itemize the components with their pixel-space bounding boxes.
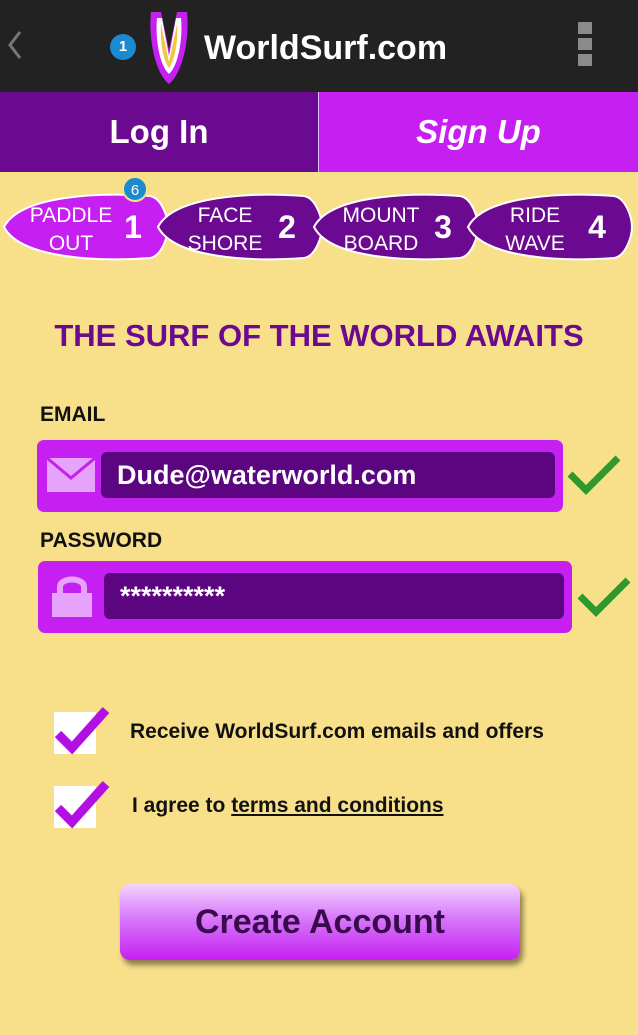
password-field[interactable]: [104, 573, 564, 619]
app-title: WorldSurf.com: [204, 29, 448, 67]
email-label: EMAIL: [40, 403, 106, 426]
signup-steps: PADDLE OUT 1 6 FACE SHORE 2 MOUNT BOARD 3 R…: [0, 176, 638, 270]
password-valid-check-icon: [577, 577, 631, 617]
agree-terms-label: I agree to terms and conditions: [132, 794, 444, 818]
step-ride-wave[interactable]: RIDE WAVE 4: [464, 188, 636, 266]
step-number: 1: [124, 209, 142, 245]
step-number: 3: [434, 209, 452, 245]
tab-log-in[interactable]: Log In: [0, 92, 319, 172]
password-field-container: [38, 561, 572, 633]
step-label: PADDLE OUT: [29, 204, 113, 255]
step-badge: 6: [122, 176, 148, 202]
purple-checkmark-icon: [54, 780, 110, 829]
back-chevron-icon[interactable]: [6, 28, 24, 62]
email-valid-check-icon: [567, 455, 621, 495]
signup-heading: THE SURF OF THE WORLD AWAITS: [54, 318, 584, 353]
surf-logo-icon: [150, 12, 188, 84]
envelope-icon: [46, 456, 96, 492]
step-paddle-out[interactable]: PADDLE OUT 1 6: [0, 176, 172, 266]
notification-badge[interactable]: 1: [110, 34, 136, 60]
step-number: 4: [588, 209, 606, 245]
auth-tabs: Log In Sign Up: [0, 92, 638, 172]
email-field[interactable]: [101, 452, 555, 498]
purple-checkmark-icon: [54, 706, 110, 755]
step-label: FACE SHORE: [187, 204, 263, 255]
lock-icon: [52, 576, 92, 617]
step-mount-board[interactable]: MOUNT BOARD 3: [310, 188, 482, 266]
agree-terms-prefix: I agree to: [132, 794, 232, 817]
step-label: RIDE WAVE: [505, 204, 565, 255]
terms-link[interactable]: terms and conditions: [231, 794, 443, 817]
step-face-shore[interactable]: FACE SHORE 2: [154, 188, 326, 266]
email-field-container: [37, 440, 563, 512]
receive-emails-label: Receive WorldSurf.com emails and offers: [130, 720, 544, 743]
create-account-button[interactable]: Create Account: [120, 884, 520, 960]
top-app-bar: 1 WorldSurf.com: [0, 0, 638, 92]
step-number: 2: [278, 209, 296, 245]
step-label: MOUNT BOARD: [342, 204, 420, 255]
tab-sign-up[interactable]: Sign Up: [319, 92, 638, 172]
password-label: PASSWORD: [40, 529, 163, 552]
overflow-menu-icon[interactable]: [576, 22, 594, 72]
